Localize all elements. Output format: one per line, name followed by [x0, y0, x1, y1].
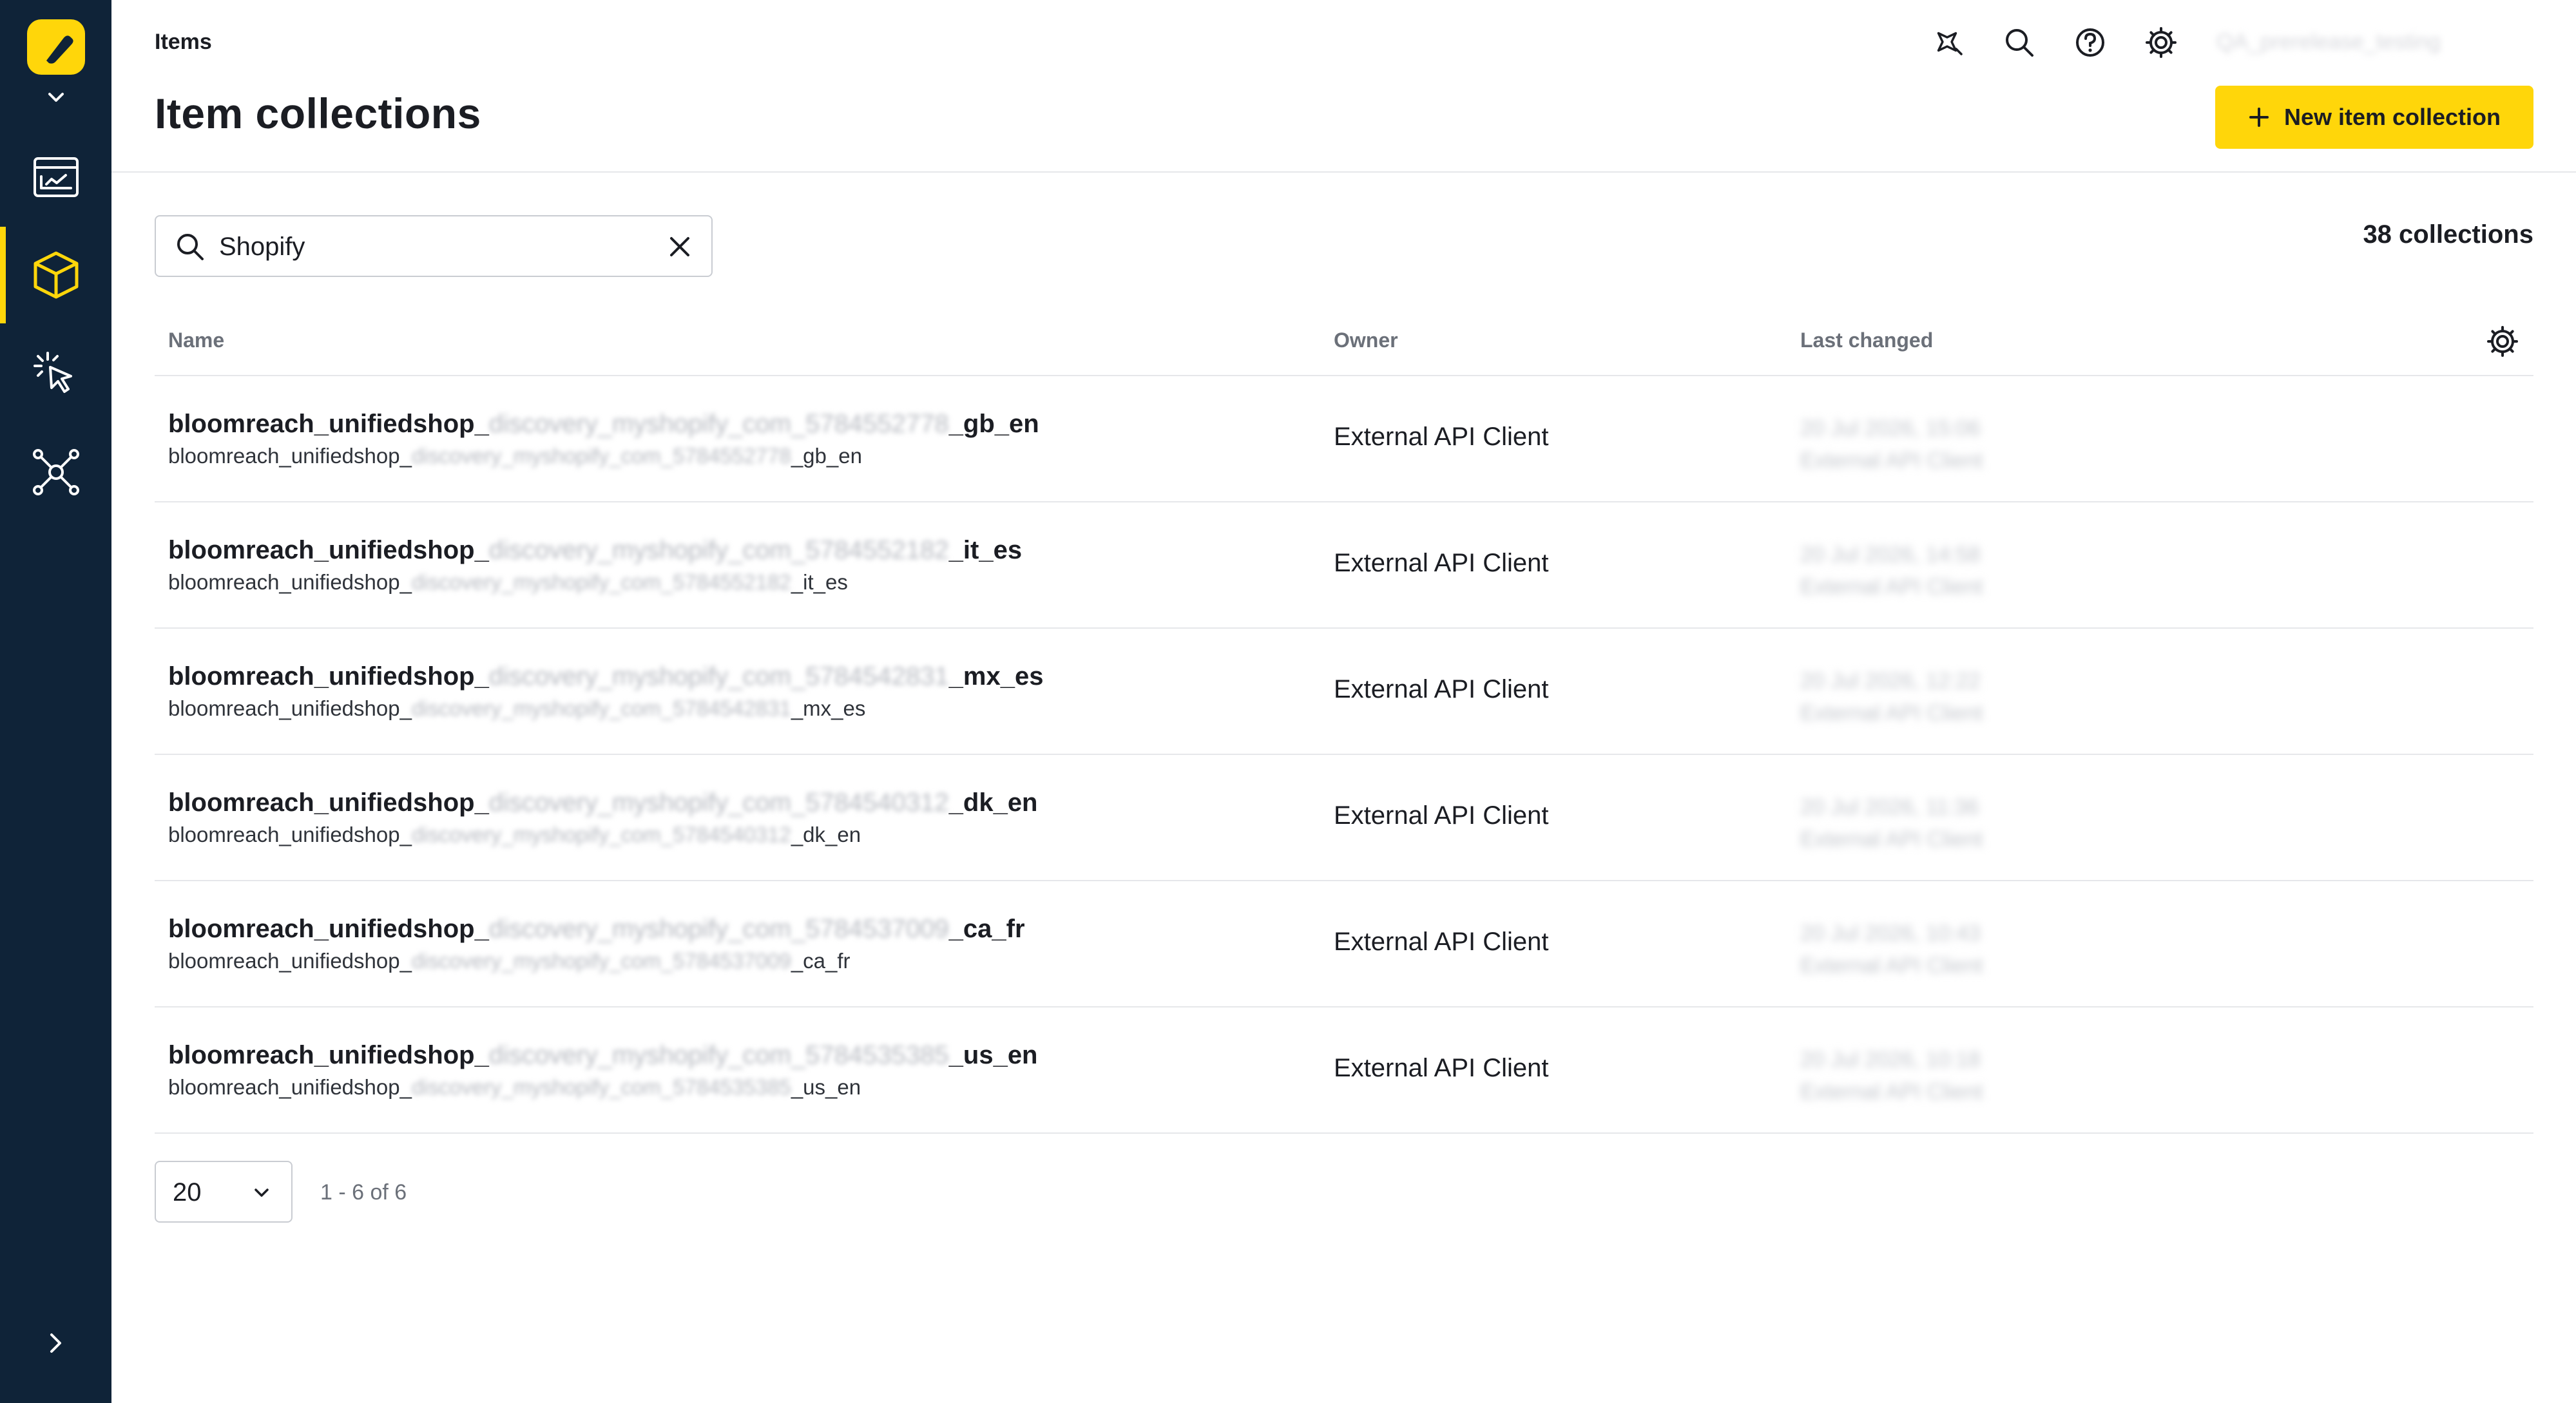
global-search-button[interactable]: [2001, 24, 2037, 61]
collection-name[interactable]: bloomreach_unifiedshop_discovery_myshopi…: [168, 915, 1025, 944]
help-icon: [2076, 28, 2104, 57]
page-size-value: 20: [173, 1178, 202, 1207]
column-header-owner[interactable]: Owner: [1334, 329, 1398, 352]
row-divider: [155, 1132, 2533, 1134]
plus-icon: [2249, 108, 2269, 127]
gear-icon: [2487, 326, 2518, 357]
settings-button[interactable]: [2143, 24, 2179, 61]
collection-last-changed: 20 Jul 2026, 14:58 External API Client: [1800, 542, 1983, 599]
table-row[interactable]: bloomreach_unifiedshop_discovery_myshopi…: [155, 376, 2533, 501]
cube-icon: [34, 251, 78, 299]
bloomreach-logo-icon[interactable]: [27, 19, 85, 75]
sidebar: [0, 0, 111, 1403]
collection-name[interactable]: bloomreach_unifiedshop_discovery_myshopi…: [168, 1041, 1038, 1070]
collection-owner: External API Client: [1334, 423, 1549, 451]
collection-last-changed: 20 Jul 2026, 12:22 External API Client: [1800, 669, 1983, 725]
table-row[interactable]: bloomreach_unifiedshop_discovery_myshopi…: [155, 629, 2533, 754]
collection-name[interactable]: bloomreach_unifiedshop_discovery_myshopi…: [168, 788, 1038, 817]
new-item-collection-button[interactable]: New item collection: [2215, 86, 2533, 149]
search-input[interactable]: [218, 225, 633, 268]
clear-search-icon[interactable]: [665, 232, 695, 262]
workspace-chevron-down-icon[interactable]: [43, 88, 69, 107]
collection-owner: External API Client: [1334, 549, 1549, 577]
table-row[interactable]: bloomreach_unifiedshop_discovery_myshopi…: [155, 1007, 2533, 1132]
cursor-click-icon: [33, 352, 72, 393]
column-settings-button[interactable]: [2485, 323, 2521, 359]
table-row[interactable]: bloomreach_unifiedshop_discovery_myshopi…: [155, 502, 2533, 627]
collection-owner: External API Client: [1334, 675, 1549, 703]
pagination-range: 1 - 6 of 6: [320, 1180, 407, 1205]
table-row[interactable]: bloomreach_unifiedshop_discovery_myshopi…: [155, 755, 2533, 880]
ai-assistant-button[interactable]: [1930, 24, 1966, 61]
ai-sparkle-icon: [1937, 32, 1963, 55]
column-header-last-changed[interactable]: Last changed: [1800, 329, 1933, 352]
sidebar-item-engagement[interactable]: [0, 326, 111, 423]
sidebar-item-items[interactable]: [0, 227, 111, 323]
network-icon: [32, 449, 79, 495]
collection-last-changed: 20 Jul 2026, 15:06 External API Client: [1800, 416, 1983, 473]
header-divider: [111, 171, 2576, 173]
collection-name[interactable]: bloomreach_unifiedshop_discovery_myshopi…: [168, 410, 1039, 439]
table-row[interactable]: bloomreach_unifiedshop_discovery_myshopi…: [155, 881, 2533, 1006]
dashboard-icon: [33, 157, 79, 197]
gear-icon: [2146, 27, 2177, 58]
collection-id: bloomreach_unifiedshop_discovery_myshopi…: [168, 444, 862, 468]
collection-owner: External API Client: [1334, 928, 1549, 956]
search-icon: [177, 234, 204, 260]
search-box: [155, 215, 713, 277]
collection-last-changed: 20 Jul 2026, 11:36 External API Client: [1800, 795, 1983, 852]
chevron-down-icon: [255, 1188, 269, 1197]
help-button[interactable]: [2072, 24, 2108, 61]
sidebar-item-dashboards[interactable]: [0, 129, 111, 225]
collection-id: bloomreach_unifiedshop_discovery_myshopi…: [168, 1075, 861, 1099]
expand-sidebar-button[interactable]: [43, 1327, 68, 1359]
collections-count: 38 collections: [2363, 220, 2533, 249]
collection-id: bloomreach_unifiedshop_discovery_myshopi…: [168, 696, 866, 720]
user-menu[interactable]: QA_prerelease_testing: [2216, 30, 2552, 55]
chevron-right-icon: [50, 1333, 61, 1353]
collection-name[interactable]: bloomreach_unifiedshop_discovery_myshopi…: [168, 662, 1043, 691]
column-header-name[interactable]: Name: [168, 329, 224, 352]
collection-id: bloomreach_unifiedshop_discovery_myshopi…: [168, 570, 848, 594]
collection-id: bloomreach_unifiedshop_discovery_myshopi…: [168, 823, 861, 846]
sidebar-item-data-assets[interactable]: [0, 424, 111, 520]
collection-name[interactable]: bloomreach_unifiedshop_discovery_myshopi…: [168, 536, 1022, 565]
breadcrumb[interactable]: Items: [155, 30, 212, 55]
collection-last-changed: 20 Jul 2026, 10:43 External API Client: [1800, 921, 1983, 978]
new-item-collection-label: New item collection: [2283, 104, 2501, 130]
search-icon: [2006, 29, 2033, 57]
collection-owner: External API Client: [1334, 801, 1549, 830]
page-title: Item collections: [155, 90, 481, 137]
page-size-select[interactable]: 20: [155, 1161, 293, 1223]
collection-id: bloomreach_unifiedshop_discovery_myshopi…: [168, 949, 851, 973]
collection-last-changed: 20 Jul 2026, 10:18 External API Client: [1800, 1047, 1983, 1104]
collection-owner: External API Client: [1334, 1054, 1549, 1082]
